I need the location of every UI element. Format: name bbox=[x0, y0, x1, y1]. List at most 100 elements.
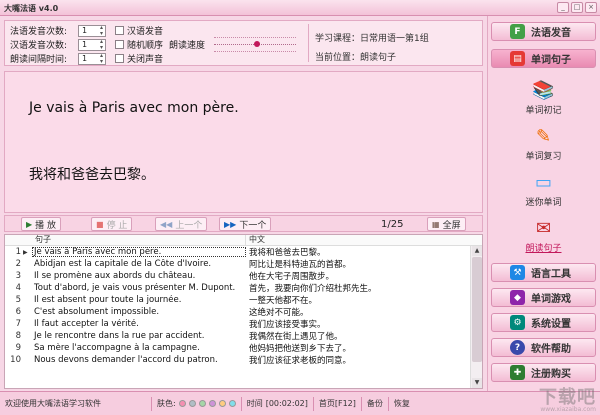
chinese-cell: 一整天他都不在。 bbox=[249, 296, 318, 306]
help-icon: ? bbox=[510, 340, 525, 355]
slider-thumb[interactable] bbox=[254, 41, 260, 47]
row-number: 4 bbox=[15, 283, 21, 293]
close-button[interactable]: × bbox=[585, 2, 597, 13]
backup-link[interactable]: 备份 bbox=[362, 396, 389, 411]
table-row[interactable]: 3 Il se promène aux abords du château. 他在大… bbox=[5, 270, 482, 282]
row-number: 7 bbox=[15, 319, 21, 329]
stop-label: 停 止 bbox=[106, 220, 128, 231]
scroll-thumb[interactable] bbox=[472, 257, 482, 362]
chinese-voice-checkbox[interactable]: 汉语发音 bbox=[115, 24, 163, 37]
table-row[interactable]: 8 Je le rencontre dans la rue par acciden… bbox=[5, 330, 482, 342]
table-row[interactable]: 9 Sa mère l'accompagne à la campagne. 他妈妈把… bbox=[5, 342, 482, 354]
chinese-sentence: 我将和爸爸去巴黎。 bbox=[29, 167, 155, 183]
pencil-icon: ✎ bbox=[535, 126, 552, 147]
watermark-text: 下载吧 bbox=[539, 387, 596, 408]
sidebar-software-help[interactable]: ? 软件帮助 bbox=[491, 338, 596, 357]
fullscreen-button[interactable]: ▦ 全屏 bbox=[427, 217, 466, 231]
time-label: 时间 bbox=[246, 398, 263, 408]
scroll-up-icon[interactable]: ▲ bbox=[472, 246, 482, 256]
sidebar-words-sentences[interactable]: ▤ 单词句子 bbox=[491, 49, 596, 68]
slider-ticks bbox=[214, 37, 296, 39]
sidebar-item-read-sentences[interactable]: ✉ 朗读句子 bbox=[491, 218, 596, 254]
french-repeat-stepper[interactable]: 1 bbox=[78, 24, 106, 37]
skin-swatch[interactable] bbox=[178, 400, 186, 407]
sidebar-system-settings[interactable]: ⚙ 系统设置 bbox=[491, 313, 596, 332]
tools-icon: ⚒ bbox=[510, 265, 525, 280]
column-header-sentence[interactable]: 句子 bbox=[32, 235, 246, 245]
sidebar-label: 单词句子 bbox=[531, 55, 571, 66]
skin-swatch[interactable] bbox=[228, 400, 236, 407]
mute-checkbox[interactable]: 关闭声音 bbox=[115, 52, 163, 65]
table-row[interactable]: 4 Tout d'abord, je vais vous présenter M.… bbox=[5, 282, 482, 294]
interval-stepper[interactable]: 1 bbox=[78, 52, 106, 65]
sidebar-register-buy[interactable]: ✚ 注册购买 bbox=[491, 363, 596, 382]
sidebar-language-tools[interactable]: ⚒ 语言工具 bbox=[491, 263, 596, 282]
table-row[interactable]: 2 Abidjan est la capitale de la Côte d'Iv… bbox=[5, 258, 482, 270]
skin-swatch[interactable] bbox=[218, 400, 226, 407]
table-header: 句子 中文 bbox=[5, 235, 482, 246]
sidebar-word-games[interactable]: ◆ 单词游戏 bbox=[491, 288, 596, 307]
chinese-voice-label: 汉语发音 bbox=[127, 27, 164, 37]
play-button[interactable]: ▶ 播 放 bbox=[21, 217, 62, 231]
play-label: 播 放 bbox=[35, 220, 57, 231]
checkbox-box[interactable] bbox=[115, 26, 124, 35]
sidebar-item-word-first[interactable]: 📚 单词初记 bbox=[491, 80, 596, 116]
home-link[interactable]: 首页[F12] bbox=[314, 396, 362, 411]
row-number: 3 bbox=[15, 271, 21, 281]
chinese-repeat-row: 汉语发音次数: 1 bbox=[10, 38, 106, 51]
checkbox-box[interactable] bbox=[115, 40, 124, 49]
skin-label: 肤色: bbox=[157, 398, 176, 408]
time-value: [00:02:02] bbox=[265, 398, 308, 408]
prev-button[interactable]: ◀◀ 上一个 bbox=[155, 217, 208, 231]
table-row[interactable]: 5 Il est absent pour toute la journée. 一整天… bbox=[5, 294, 482, 306]
next-button[interactable]: ▶▶ 下一个 bbox=[219, 217, 272, 231]
sidebar-item-mini-words[interactable]: ▭ 迷你单词 bbox=[491, 172, 596, 208]
french-cell: Il faut accepter la vérité. bbox=[34, 319, 139, 329]
table-body: 1 ▶ Je vais à Paris avec mon père. 我将和爸爸去巴黎… bbox=[5, 246, 482, 366]
skin-swatch[interactable] bbox=[208, 400, 216, 407]
current-row-icon: ▶ bbox=[23, 248, 28, 256]
sidebar-item-word-review[interactable]: ✎ 单词复习 bbox=[491, 126, 596, 162]
scroll-down-icon[interactable]: ▼ bbox=[472, 378, 482, 388]
table-row[interactable]: 1 ▶ Je vais à Paris avec mon père. 我将和爸爸去巴黎… bbox=[5, 246, 482, 258]
skin-swatch[interactable] bbox=[188, 400, 196, 407]
puzzle-icon: ◆ bbox=[510, 290, 525, 305]
skin-swatch[interactable] bbox=[198, 400, 206, 407]
stop-button[interactable]: ■ 停 止 bbox=[91, 217, 133, 231]
window-title: 大嘴法语 v4.0 bbox=[4, 4, 59, 13]
chinese-repeat-stepper[interactable]: 1 bbox=[78, 38, 106, 51]
chinese-cell: 我们应该接受事实。 bbox=[249, 320, 326, 330]
row-number-header bbox=[5, 235, 32, 245]
minimize-button[interactable]: _ bbox=[557, 2, 569, 13]
french-cell: Je vais à Paris avec mon père. bbox=[32, 247, 246, 257]
random-order-checkbox[interactable]: 随机顺序 bbox=[115, 38, 163, 51]
course-info: 学习课程：日常用语一第1组 bbox=[315, 34, 429, 44]
table-row[interactable]: 10 Nous devons demander l'accord du patro… bbox=[5, 354, 482, 366]
column-header-chinese[interactable]: 中文 bbox=[246, 235, 265, 245]
table-scrollbar[interactable]: ▲ ▼ bbox=[470, 246, 482, 388]
status-bar: 欢迎使用大嘴法语学习软件 肤色: 时间 [00:02:02] 首页[F12] 备… bbox=[0, 387, 600, 415]
table-row[interactable]: 7 Il faut accepter la vérité. 我们应该接受事实。 bbox=[5, 318, 482, 330]
speed-slider[interactable] bbox=[210, 35, 300, 55]
slider-ticks bbox=[214, 51, 296, 53]
restore-link[interactable]: 恢复 bbox=[389, 397, 415, 411]
checkbox-box[interactable] bbox=[115, 54, 124, 63]
sidebar-item-label: 单词初记 bbox=[525, 106, 562, 116]
interval-row: 朗读间隔时间: 1 bbox=[10, 52, 106, 65]
chinese-cell: 他妈妈把他送到乡下去了。 bbox=[249, 344, 352, 354]
table-row[interactable]: 6 C'est absolument impossible. 这绝对不可能。 bbox=[5, 306, 482, 318]
maximize-button[interactable]: □ bbox=[571, 2, 583, 13]
playback-toolbar: ▶ 播 放 ■ 停 止 ◀◀ 上一个 ▶▶ 下一个 1/25 ▦ 全屏 bbox=[4, 215, 483, 232]
sidebar-french-pronunciation[interactable]: F 法语发音 bbox=[491, 22, 596, 41]
title-bar: 大嘴法语 v4.0 _ □ × bbox=[0, 0, 600, 16]
monitor-icon: ▭ bbox=[534, 172, 552, 193]
sidebar-label: 语言工具 bbox=[531, 269, 571, 280]
french-cell: Il se promène aux abords du château. bbox=[34, 271, 196, 281]
row-number: 6 bbox=[15, 307, 21, 317]
french-cell: Sa mère l'accompagne à la campagne. bbox=[34, 343, 200, 353]
sentence-table: 句子 中文 1 ▶ Je vais à Paris avec mon père. 我将… bbox=[4, 234, 483, 389]
chinese-cell: 他在大宅子周围散步。 bbox=[249, 272, 335, 282]
sentence-display: Je vais à Paris avec mon père. 我将和爸爸去巴黎。 bbox=[4, 71, 483, 213]
fullscreen-icon: ▦ bbox=[432, 219, 440, 229]
row-number: 10 bbox=[10, 355, 21, 365]
